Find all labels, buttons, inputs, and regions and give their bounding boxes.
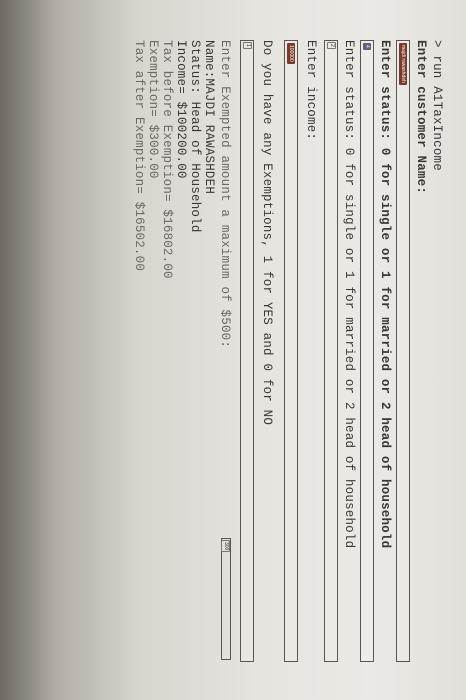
exemptions-input-value: 1 [243, 42, 252, 49]
output-status: Status: Head of Household [188, 40, 202, 233]
income-input-value: 100000 [287, 43, 295, 64]
prompt-income: Enter income: [304, 40, 318, 141]
prompt-status-first: Enter status: 0 for single or 1 for marr… [378, 40, 392, 549]
name-input-field[interactable]: majdi rawashdeh [396, 40, 410, 662]
prompt-exemptions: Do you have any Exemptions, 1 for YES an… [260, 40, 274, 426]
exempted-amount-input-field[interactable]: 300 [221, 538, 231, 660]
matlab-command-window: > run A1TaxIncome Enter customer Name: m… [30, 40, 450, 680]
output-name: Name:MAJDI RAWASHDEH [202, 40, 216, 195]
status-input-field-first[interactable]: 4 [360, 40, 374, 662]
status-input-field-second[interactable]: 2 [324, 40, 338, 662]
prompt-status-second: Enter status: 0 for single or 1 for marr… [342, 40, 356, 549]
output-tax-before: Tax before Exemption= $16802.00 [160, 40, 174, 279]
exempted-amount-input-value: 300 [221, 540, 230, 553]
status-input-value-second: 2 [327, 42, 336, 49]
name-input-value: majdi rawashdeh [399, 43, 407, 85]
output-income: Income= $100200.00 [174, 40, 188, 179]
command-line: > run A1TaxIncome [430, 40, 444, 171]
income-input-field[interactable]: 100000 [284, 40, 298, 662]
prompt-exempted-amount: Enter Exempted amount a maximum of $500: [218, 40, 232, 349]
status-input-value-first: 4 [363, 43, 371, 50]
prompt-customer-name: Enter customer Name: [414, 40, 428, 195]
output-exemption: Exemption= $300.00 [146, 40, 160, 179]
exemptions-input-field[interactable]: 1 [240, 40, 254, 662]
output-tax-after: Tax after Exemption= $16502.00 [132, 40, 146, 272]
